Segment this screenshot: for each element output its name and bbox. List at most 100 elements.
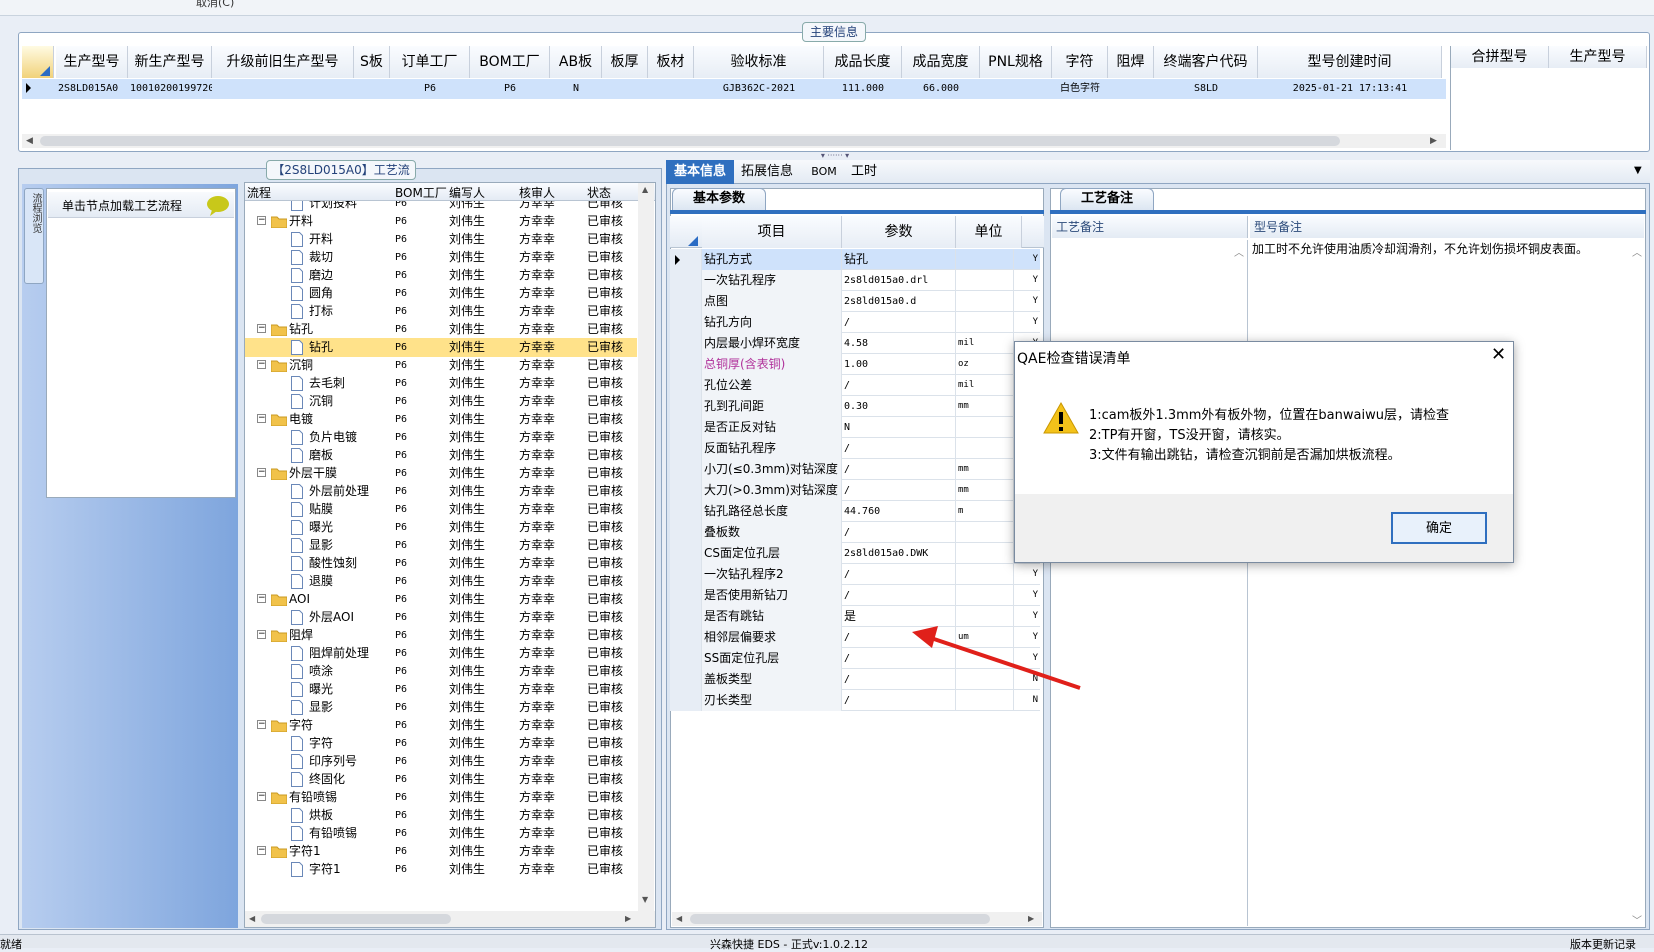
tree-row[interactable]: − 钻孔 P6 刘伟生 方幸幸 已审核: [245, 320, 637, 339]
main-cell-14[interactable]: [1108, 79, 1154, 99]
main-col-1[interactable]: 新生产型号: [128, 46, 212, 78]
collapse-icon[interactable]: −: [257, 216, 266, 225]
main-cell-15[interactable]: S8LD: [1154, 79, 1258, 99]
params-row[interactable]: 点图 2s8ld015a0.d Y: [670, 291, 1040, 312]
params-col-0[interactable]: 项目: [702, 216, 842, 248]
main-cell-3[interactable]: [354, 79, 390, 99]
tree-row[interactable]: − 有铅喷锡 P6 刘伟生 方幸幸 已审核: [245, 788, 637, 807]
process-note-scroll-up[interactable]: ︿: [1234, 244, 1244, 259]
tab-extended-info[interactable]: 拓展信息: [738, 160, 796, 184]
params-row[interactable]: 一次钻孔程序 2s8ld015a0.drl Y: [670, 270, 1040, 291]
main-cell-1[interactable]: 10010200199720: [128, 79, 212, 99]
tree-col-1[interactable]: BOM工厂: [395, 184, 447, 201]
params-row[interactable]: 叠板数/Y: [670, 522, 1040, 543]
params-value[interactable]: N: [842, 417, 956, 438]
params-value[interactable]: /: [842, 480, 956, 501]
params-row[interactable]: 大刀(>0.3mm)对钻深度/mmY: [670, 480, 1040, 501]
main-cell-10[interactable]: 111.000: [824, 79, 902, 99]
params-row[interactable]: 反面钻孔程序/Y: [670, 438, 1040, 459]
tree-row[interactable]: 外层前处理 P6 刘伟生 方幸幸 已审核: [245, 482, 637, 501]
main-cell-12[interactable]: [980, 79, 1052, 99]
tree-row[interactable]: − 外层干膜 P6 刘伟生 方幸幸 已审核: [245, 464, 637, 483]
tree-hscrollbar[interactable]: ◀ ▶: [245, 911, 655, 927]
main-cell-2[interactable]: [212, 79, 354, 99]
main-cell-5[interactable]: P6: [470, 79, 550, 99]
tree-row[interactable]: 贴膜 P6 刘伟生 方幸幸 已审核: [245, 500, 637, 519]
tree-row[interactable]: − 开料 P6 刘伟生 方幸幸 已审核: [245, 212, 637, 231]
tree-row[interactable]: 负片电镀 P6 刘伟生 方幸幸 已审核: [245, 428, 637, 447]
params-value[interactable]: /: [842, 459, 956, 480]
params-value[interactable]: /: [842, 312, 956, 333]
params-hscroll-thumb[interactable]: [690, 914, 990, 924]
tree-vscrollbar[interactable]: ▲ ▼: [638, 183, 654, 911]
main-col-6[interactable]: AB板: [550, 46, 602, 78]
main-cell-13[interactable]: 白色字符: [1052, 79, 1108, 99]
main-col-9[interactable]: 验收标准: [694, 46, 824, 78]
params-row[interactable]: 孔到孔间距0.30mmY: [670, 396, 1040, 417]
tree-row[interactable]: 酸性蚀刻 P6 刘伟生 方幸幸 已审核: [245, 554, 637, 573]
params-value[interactable]: /: [842, 438, 956, 459]
main-cell-11[interactable]: 66.000: [902, 79, 980, 99]
collapse-icon[interactable]: −: [257, 324, 266, 333]
collapse-icon[interactable]: −: [257, 846, 266, 855]
params-value[interactable]: 2s8ld015a0.d: [842, 291, 956, 312]
main-cell-16[interactable]: 2025-01-21 17:13:41: [1258, 79, 1442, 99]
main-col-13[interactable]: 字符: [1052, 46, 1108, 78]
tree-row[interactable]: 终固化 P6 刘伟生 方幸幸 已审核: [245, 770, 637, 789]
params-value[interactable]: /: [842, 522, 956, 543]
main-cell-4[interactable]: P6: [390, 79, 470, 99]
main-col-11[interactable]: 成品宽度: [902, 46, 980, 78]
tree-row[interactable]: 裁切 P6 刘伟生 方幸幸 已审核: [245, 248, 637, 267]
params-value[interactable]: 2s8ld015a0.drl: [842, 270, 956, 291]
main-col-5[interactable]: BOM工厂: [470, 46, 550, 78]
collapse-icon[interactable]: −: [257, 468, 266, 477]
main-col-4[interactable]: 订单工厂: [390, 46, 470, 78]
main-cell-9[interactable]: GJB362C-2021: [694, 79, 824, 99]
tree-row[interactable]: − 电镀 P6 刘伟生 方幸幸 已审核: [245, 410, 637, 429]
main-col-12[interactable]: PNL规格: [980, 46, 1052, 78]
params-value[interactable]: /: [842, 585, 956, 606]
tree-row[interactable]: − 沉铜 P6 刘伟生 方幸幸 已审核: [245, 356, 637, 375]
tab-bom[interactable]: BOM: [806, 160, 842, 184]
tree-row[interactable]: 磨边 P6 刘伟生 方幸幸 已审核: [245, 266, 637, 285]
params-row[interactable]: 是否使用新钻刀 / Y: [670, 585, 1040, 606]
tree-col-2[interactable]: 编写人: [449, 184, 485, 201]
main-cell-7[interactable]: [602, 79, 648, 99]
collapse-icon[interactable]: −: [257, 720, 266, 729]
tree-row[interactable]: 外层AOI P6 刘伟生 方幸幸 已审核: [245, 608, 637, 627]
params-row[interactable]: 孔位公差/milY: [670, 375, 1040, 396]
main-col-8[interactable]: 板材: [648, 46, 694, 78]
params-row[interactable]: CS面定位孔层2s8ld015a0.DWKY: [670, 543, 1040, 564]
tree-row[interactable]: 字符1 P6 刘伟生 方幸幸 已审核: [245, 860, 637, 879]
tree-row[interactable]: 显影 P6 刘伟生 方幸幸 已审核: [245, 536, 637, 555]
tree-row[interactable]: 钻孔 P6 刘伟生 方幸幸 已审核: [245, 338, 637, 357]
splitter-handle[interactable]: ▾ ······ ▾: [800, 152, 870, 160]
tree-row[interactable]: 烘板 P6 刘伟生 方幸幸 已审核: [245, 806, 637, 825]
params-col-1[interactable]: 参数: [842, 216, 956, 248]
params-row[interactable]: 是否正反对钻NY: [670, 417, 1040, 438]
tree-col-3[interactable]: 核审人: [519, 184, 555, 201]
main-hscroll-thumb[interactable]: [40, 136, 1340, 146]
main-col-10[interactable]: 成品长度: [824, 46, 902, 78]
main-col-15[interactable]: 终端客户代码: [1154, 46, 1258, 78]
tree-row[interactable]: 磨板 P6 刘伟生 方幸幸 已审核: [245, 446, 637, 465]
params-row[interactable]: 钻孔路径总长度44.760mY: [670, 501, 1040, 522]
params-row[interactable]: 钻孔方式 钻孔 Y: [670, 249, 1040, 270]
close-icon[interactable]: ✕: [1491, 344, 1506, 365]
tree-row[interactable]: 曝光 P6 刘伟生 方幸幸 已审核: [245, 518, 637, 537]
grid-corner[interactable]: [22, 46, 54, 78]
process-note-tab[interactable]: 工艺备注: [1060, 188, 1154, 210]
model-note-scroll-up[interactable]: ︿: [1632, 244, 1642, 259]
params-value[interactable]: 4.58: [842, 333, 956, 354]
model-note-scroll-down[interactable]: ﹀: [1632, 912, 1642, 927]
main-col-16[interactable]: 型号创建时间: [1258, 46, 1442, 78]
params-value[interactable]: 钻孔: [842, 249, 956, 270]
collapse-icon[interactable]: −: [257, 360, 266, 369]
main-cell-6[interactable]: N: [550, 79, 602, 99]
main-col-2[interactable]: 升级前旧生产型号: [212, 46, 354, 78]
basic-params-tab[interactable]: 基本参数: [672, 188, 766, 210]
params-hscrollbar[interactable]: ◀ ▶: [672, 912, 1042, 926]
tree-row[interactable]: 沉铜 P6 刘伟生 方幸幸 已审核: [245, 392, 637, 411]
tab-work-hours[interactable]: 工时: [846, 160, 882, 184]
tabs-dropdown-icon[interactable]: ▼: [1634, 165, 1642, 176]
